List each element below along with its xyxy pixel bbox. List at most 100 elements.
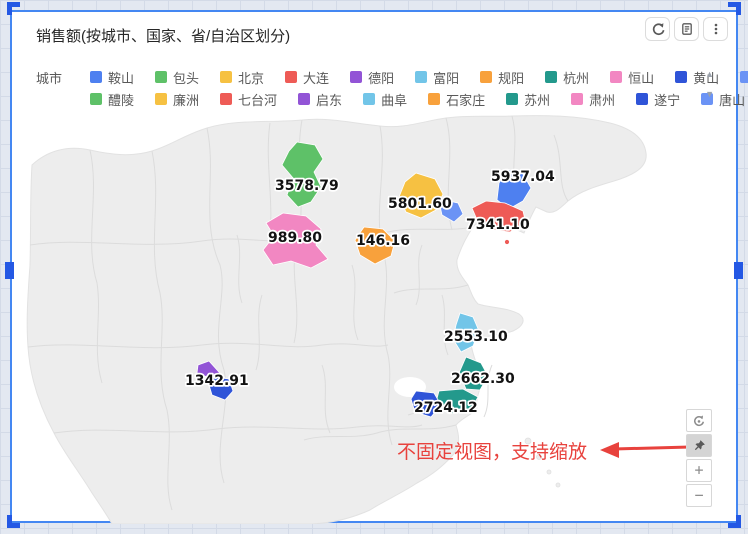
map-region-red-islet[interactable] — [505, 240, 510, 245]
map-pin-view-button[interactable] — [686, 434, 712, 457]
legend-item-七台河[interactable]: 七台河 — [220, 90, 277, 109]
legend-item-label: 启东 — [316, 90, 342, 109]
legend-item-label: 富阳 — [433, 68, 459, 87]
legend-row-2: 醴陵廉洲七台河启东曲阜石家庄苏州肃州遂宁唐山潼川 — [36, 91, 748, 107]
legend-item-石家庄[interactable]: 石家庄 — [428, 90, 485, 109]
legend-item-北京[interactable]: 北京 — [220, 68, 264, 87]
selection-handle-top-right[interactable] — [728, 2, 741, 15]
annotation-group: 不固定视图，支持缩放 — [397, 441, 690, 463]
reset-view-icon — [692, 414, 706, 428]
legend-row-1: 城市 鞍山包头北京大连德阳富阳规阳杭州恒山黄山开远 — [36, 69, 748, 85]
legend-item-label: 曲阜 — [381, 90, 407, 109]
legend-item-曲阜[interactable]: 曲阜 — [363, 90, 407, 109]
legend-swatch — [220, 71, 232, 83]
map-value-label: 3578.79 — [275, 178, 339, 194]
chart-widget-card[interactable]: 销售额(按城市、国家、省/自治区划分) 城市 鞍山包头北 — [10, 10, 738, 523]
more-options-button[interactable] — [703, 17, 728, 41]
legend-item-恒山[interactable]: 恒山 — [610, 68, 654, 87]
kebab-menu-icon — [709, 22, 723, 36]
selection-handle-bottom-right[interactable] — [728, 515, 741, 528]
legend-item-label: 规阳 — [498, 68, 524, 87]
legend-item-label: 鞍山 — [108, 68, 134, 87]
selection-handle-top-left[interactable] — [7, 2, 20, 15]
map-zoom-in-button[interactable]: + — [686, 459, 712, 482]
legend-swatch — [90, 71, 102, 83]
map-value-label: 5801.60 — [388, 196, 452, 212]
legend-item-包头[interactable]: 包头 — [155, 68, 199, 87]
legend-swatch — [506, 93, 518, 105]
legend-swatch — [415, 71, 427, 83]
map-value-label: 2662.30 — [451, 371, 515, 387]
selection-handle-bottom-left[interactable] — [7, 515, 20, 528]
map-reset-view-button[interactable] — [686, 409, 712, 432]
legend-swatch — [155, 71, 167, 83]
map-value-label: 1342.91 — [185, 373, 249, 389]
legend-item-遂宁[interactable]: 遂宁 — [636, 90, 680, 109]
legend-item-启东[interactable]: 启东 — [298, 90, 342, 109]
legend-swatch — [545, 71, 557, 83]
legend-scroll-down-icon[interactable]: ▼ — [705, 90, 714, 99]
map-value-label: 989.80 — [268, 230, 322, 246]
legend-swatch — [220, 93, 232, 105]
legend-item-规阳[interactable]: 规阳 — [480, 68, 524, 87]
data-detail-button[interactable] — [674, 17, 699, 41]
legend-swatch — [428, 93, 440, 105]
legend-item-label: 七台河 — [238, 90, 277, 109]
legend-field-label: 城市 — [36, 68, 90, 87]
map-value-label: 7341.10 — [466, 217, 530, 233]
legend-swatch — [155, 93, 167, 105]
refresh-icon — [651, 22, 665, 36]
map-controls: + − — [686, 409, 712, 507]
legend-swatch — [636, 93, 648, 105]
legend-item-label: 醴陵 — [108, 90, 134, 109]
legend-item-label: 包头 — [173, 68, 199, 87]
legend-swatch — [740, 71, 748, 83]
pin-icon — [693, 439, 706, 452]
legend-item-label: 遂宁 — [654, 90, 680, 109]
legend-swatch — [480, 71, 492, 83]
legend-item-label: 唐山 — [719, 90, 745, 109]
legend-item-鞍山[interactable]: 鞍山 — [90, 68, 134, 87]
refresh-button[interactable] — [645, 17, 670, 41]
legend-item-富阳[interactable]: 富阳 — [415, 68, 459, 87]
annotation-arrow-shaft — [614, 447, 690, 449]
map-value-label: 146.16 — [356, 233, 410, 249]
legend-swatch — [571, 93, 583, 105]
map-zoom-out-button[interactable]: − — [686, 484, 712, 507]
legend-item-label: 杭州 — [563, 68, 589, 87]
legend-item-label: 廉洲 — [173, 90, 199, 109]
legend-item-醴陵[interactable]: 醴陵 — [90, 90, 134, 109]
legend-item-label: 石家庄 — [446, 90, 485, 109]
legend-item-label: 恒山 — [628, 68, 654, 87]
legend-item-德阳[interactable]: 德阳 — [350, 68, 394, 87]
legend-swatch — [298, 93, 310, 105]
legend-swatch — [350, 71, 362, 83]
legend-swatch — [285, 71, 297, 83]
annotation-text: 不固定视图，支持缩放 — [397, 441, 587, 463]
legend-item-杭州[interactable]: 杭州 — [545, 68, 589, 87]
legend-swatch — [610, 71, 622, 83]
legend-scroll-arrows: ▲ ▼ — [705, 70, 714, 99]
legend-item-label: 北京 — [238, 68, 264, 87]
selection-handle-middle-right[interactable] — [734, 262, 743, 279]
map-value-label: 2553.10 — [444, 329, 508, 345]
annotation-arrowhead — [600, 442, 619, 458]
legend-item-大连[interactable]: 大连 — [285, 68, 329, 87]
document-icon — [680, 22, 694, 36]
legend-item-label: 大连 — [303, 68, 329, 87]
widget-title: 销售额(按城市、国家、省/自治区划分) — [36, 25, 290, 46]
legend-swatch — [363, 93, 375, 105]
legend-item-开远[interactable]: 开远 — [740, 68, 748, 87]
legend-item-苏州[interactable]: 苏州 — [506, 90, 550, 109]
legend-scroll-up-icon[interactable]: ▲ — [705, 70, 714, 79]
legend-item-label: 肃州 — [589, 90, 615, 109]
legend-item-label: 苏州 — [524, 90, 550, 109]
map-value-label: 2724.12 — [414, 400, 478, 416]
map-canvas[interactable]: 3578.79 5801.60 5937.04 7341.10 989.80 146.16… — [12, 115, 738, 524]
selection-handle-middle-left[interactable] — [5, 262, 14, 279]
legend-swatch — [675, 71, 687, 83]
legend-item-廉洲[interactable]: 廉洲 — [155, 90, 199, 109]
map-value-label: 5937.04 — [491, 169, 555, 185]
legend-swatch — [90, 93, 102, 105]
legend-item-肃州[interactable]: 肃州 — [571, 90, 615, 109]
